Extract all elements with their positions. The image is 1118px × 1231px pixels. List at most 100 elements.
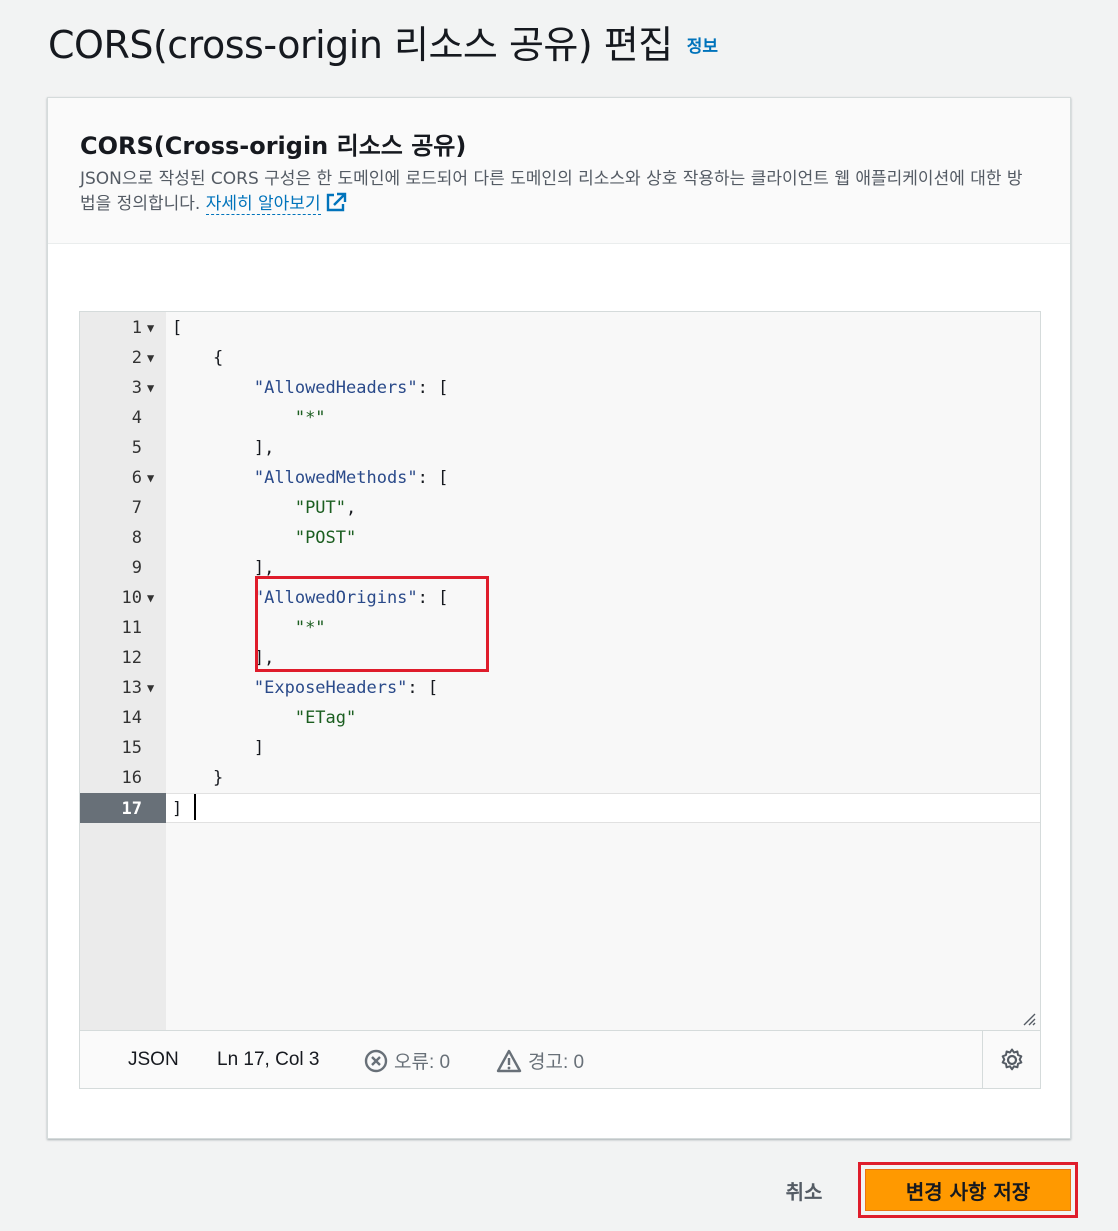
text-cursor (194, 794, 197, 820)
code-line[interactable]: 16 } (80, 763, 1040, 793)
json-key: "AllowedMethods" (253, 468, 418, 488)
line-number: 16 (121, 768, 142, 788)
fold-toggle-icon[interactable]: ▼ (147, 463, 159, 493)
editor-settings-button[interactable] (982, 1031, 1040, 1088)
json-string: "*" (294, 618, 326, 638)
code-punctuation: : [ (417, 588, 449, 608)
panel-description: JSON으로 작성된 CORS 구성은 한 도메인에 로드되어 다른 도메인의 … (80, 167, 1038, 217)
json-key: "AllowedOrigins" (253, 588, 418, 608)
warning-count[interactable]: 경고: 0 (496, 1047, 584, 1074)
fold-toggle-icon[interactable]: ▼ (147, 313, 159, 343)
line-number: 6 (131, 468, 142, 488)
code-line[interactable]: 14 "ETag" (80, 703, 1040, 733)
line-number: 3 (131, 378, 142, 398)
json-key: "AllowedHeaders" (253, 378, 418, 398)
json-key: "ExposeHeaders" (253, 678, 408, 698)
gear-icon (1001, 1048, 1022, 1070)
error-count[interactable]: 오류: 0 (364, 1047, 450, 1074)
code-text: ] (172, 733, 264, 763)
code-text: "AllowedHeaders": [ (172, 373, 448, 403)
code-token: [ (172, 318, 183, 338)
code-punctuation: : [ (407, 678, 439, 698)
line-number: 7 (131, 498, 142, 518)
json-string: "PUT" (294, 498, 347, 518)
code-token: ] (172, 738, 265, 758)
editor-status-bar: JSON Ln 17, Col 3 오류: 0 경고: 0 (80, 1030, 1040, 1088)
line-number: 8 (131, 528, 142, 548)
code-line[interactable]: 10 ▼ "AllowedOrigins": [ (80, 583, 1040, 613)
code-token: ], (172, 558, 275, 578)
save-changes-button[interactable]: 변경 사항 저장 (865, 1169, 1071, 1211)
code-text: "*" (172, 613, 326, 643)
panel-header: CORS(Cross-origin 리소스 공유) JSON으로 작성된 COR… (48, 98, 1070, 244)
code-line[interactable]: 8 "POST" (80, 523, 1040, 553)
learn-more-label: 자세히 알아보기 (205, 194, 321, 214)
code-text: "ExposeHeaders": [ (172, 673, 438, 703)
json-string: "*" (294, 408, 326, 428)
code-line[interactable]: 13 ▼ "ExposeHeaders": [ (80, 673, 1040, 703)
code-line[interactable]: 15 ] (80, 733, 1040, 763)
code-line[interactable]: 6 ▼ "AllowedMethods": [ (80, 463, 1040, 493)
code-text: ] (172, 794, 197, 824)
code-line[interactable]: 2 ▼ { (80, 343, 1040, 373)
code-line[interactable]: 7 "PUT", (80, 493, 1040, 523)
code-text: ], (172, 433, 274, 463)
line-number: 1 (131, 318, 142, 338)
code-line[interactable]: 12 ], (80, 643, 1040, 673)
save-button-highlight: 변경 사항 저장 (858, 1162, 1078, 1218)
fold-toggle-icon[interactable]: ▼ (147, 343, 159, 373)
fold-toggle-icon[interactable]: ▼ (147, 673, 159, 703)
page-header: CORS(cross-origin 리소스 공유) 편집 정보 (48, 14, 718, 69)
code-line[interactable]: 1 ▼ [ (80, 313, 1040, 343)
warning-count-label: 경고: 0 (528, 1052, 585, 1073)
warning-icon (496, 1049, 522, 1072)
fold-toggle-icon[interactable]: ▼ (147, 373, 159, 403)
learn-more-link[interactable]: 자세히 알아보기 (205, 194, 321, 215)
cancel-button[interactable]: 취소 (770, 1170, 838, 1210)
code-punctuation: : [ (417, 468, 449, 488)
code-line[interactable]: 17] (80, 793, 1040, 823)
error-icon (364, 1049, 388, 1072)
code-text: ], (172, 553, 274, 583)
code-text: { (172, 343, 223, 373)
info-link[interactable]: 정보 (687, 32, 718, 57)
line-number: 13 (121, 678, 142, 698)
code-line[interactable]: 11 "*" (80, 613, 1040, 643)
code-text: "PUT", (172, 493, 356, 523)
code-text: "AllowedOrigins": [ (172, 583, 448, 613)
code-line[interactable]: 4 "*" (80, 403, 1040, 433)
code-token: ], (172, 438, 275, 458)
external-link-icon (326, 192, 346, 212)
line-number: 4 (131, 408, 142, 428)
line-number: 2 (131, 348, 142, 368)
code-text: "*" (172, 403, 326, 433)
code-line[interactable]: 3 ▼ "AllowedHeaders": [ (80, 373, 1040, 403)
code-token: { (172, 348, 224, 368)
language-label: JSON (128, 1049, 179, 1070)
cursor-position: Ln 17, Col 3 (217, 1049, 320, 1070)
code-editor[interactable]: 1 ▼[2 ▼ {3 ▼ "AllowedHeaders": [4 "*" 5 ], 6 ▼… (79, 311, 1041, 1089)
line-number: 5 (131, 438, 142, 458)
code-line[interactable]: 9 ], (80, 553, 1040, 583)
code-text: ], (172, 643, 274, 673)
page-title: CORS(cross-origin 리소스 공유) 편집 (48, 23, 673, 67)
code-punctuation: : [ (417, 378, 449, 398)
code-text: "AllowedMethods": [ (172, 463, 448, 493)
line-number: 9 (131, 558, 142, 578)
json-string: "ETag" (294, 708, 357, 728)
line-number: 10 (121, 588, 142, 608)
code-text: [ (172, 313, 182, 343)
json-string: "POST" (294, 528, 357, 548)
fold-toggle-icon[interactable]: ▼ (147, 583, 159, 613)
code-token: ] (172, 799, 183, 819)
line-number: 12 (121, 648, 142, 668)
resize-handle-icon[interactable] (1020, 1010, 1036, 1026)
code-line[interactable]: 5 ], (80, 433, 1040, 463)
